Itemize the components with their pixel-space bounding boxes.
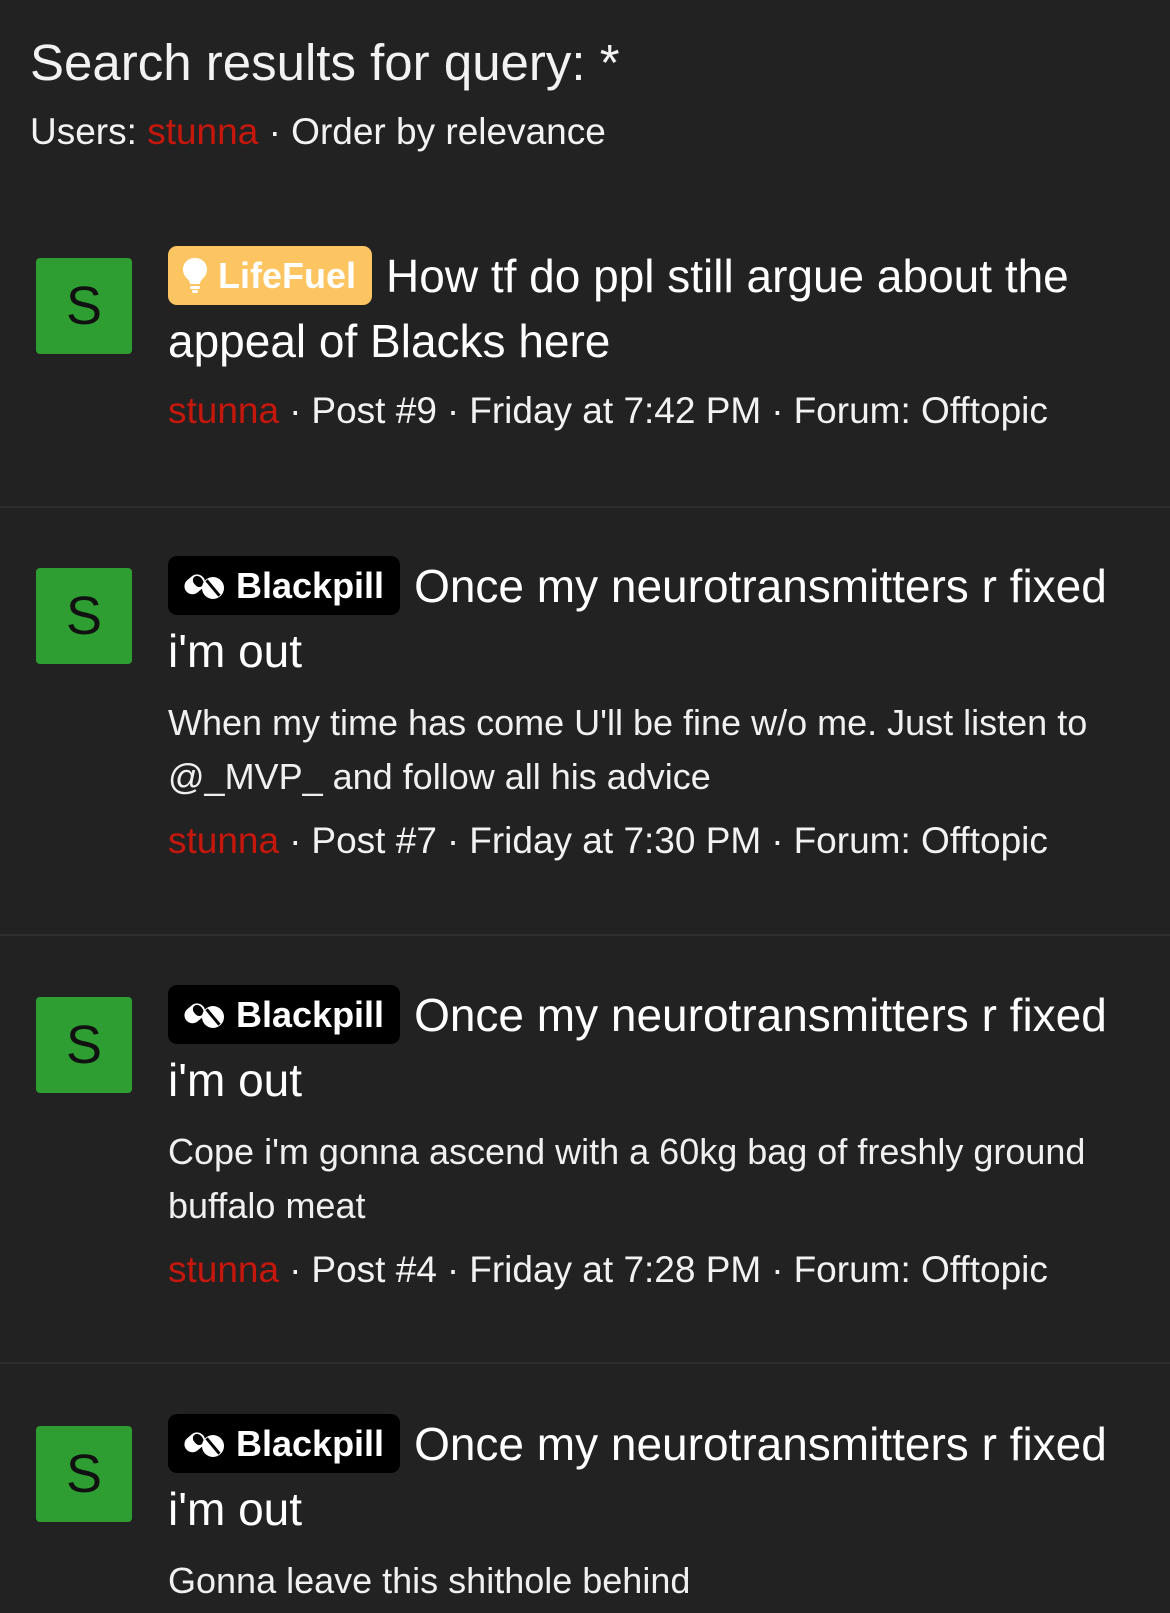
badge-label: LifeFuel [218,255,357,296]
separator: · [289,820,302,861]
prefix-badge-blackpill[interactable]: Blackpill [168,556,401,615]
post-date: Friday at 7:28 PM [469,1249,762,1290]
result-snippet: Cope i'm gonna ascend with a 60kg bag of… [168,1131,1086,1226]
order-label: Order by relevance [291,111,606,152]
result-meta: stunna · Post #4 · Friday at 7:28 PM · Forum: … [168,1245,1148,1295]
badge-label: Blackpill [236,565,385,606]
forum-name: Forum: Offtopic [793,390,1048,431]
separator: · [771,390,784,431]
separator: · [771,820,784,861]
prefix-badge-blackpill[interactable]: Blackpill [168,985,401,1044]
users-label: Users: [30,111,137,152]
search-result[interactable]: S Blackpill Once my neurotransmitters r … [0,1364,1170,1613]
post-date: Friday at 7:42 PM [469,390,762,431]
pills-icon [184,574,224,600]
result-title[interactable]: Blackpill Once my neurotransmitters r fi… [168,554,1148,684]
author-link[interactable]: stunna [168,820,279,861]
separator: · [268,111,281,152]
pills-icon [184,1003,224,1029]
avatar[interactable]: S [36,568,132,664]
badge-label: Blackpill [236,994,385,1035]
prefix-badge-blackpill[interactable]: Blackpill [168,1414,401,1473]
result-meta: stunna · Post #9 · Friday at 7:42 PM · Forum: … [168,386,1148,436]
forum-name: Forum: Offtopic [793,1249,1048,1290]
result-title[interactable]: LifeFuel How tf do ppl still argue about… [168,244,1148,374]
separator: · [771,1249,784,1290]
search-result[interactable]: S LifeFuel How tf do ppl still argue abo… [0,236,1170,508]
lightbulb-icon [183,258,207,294]
badge-label: Blackpill [236,1423,385,1464]
separator: · [289,390,302,431]
result-snippet: When my time has come U'll be fine w/o m… [168,702,1088,797]
author-link[interactable]: stunna [168,390,279,431]
avatar[interactable]: S [36,997,132,1093]
search-filters: Users: stunna · Order by relevance [30,108,1140,156]
result-snippet: Gonna leave this shithole behind [168,1560,691,1601]
separator: · [446,1249,460,1290]
forum-name: Forum: Offtopic [793,820,1048,861]
search-result[interactable]: S Blackpill Once my neurotransmitters r … [0,936,1170,1364]
page-title: Search results for query: * [30,34,620,91]
result-title[interactable]: Blackpill Once my neurotransmitters r fi… [168,1412,1148,1542]
separator: · [446,390,460,431]
avatar[interactable]: S [36,258,132,354]
prefix-badge-lifefuel[interactable]: LifeFuel [168,246,373,305]
pills-icon [184,1432,224,1458]
search-header: Search results for query: * Users: stunn… [30,28,1140,156]
post-number: Post #9 [311,390,437,431]
result-title[interactable]: Blackpill Once my neurotransmitters r fi… [168,983,1148,1113]
separator: · [289,1249,302,1290]
avatar[interactable]: S [36,1426,132,1522]
separator: · [446,820,460,861]
filter-user-link[interactable]: stunna [147,111,258,152]
post-date: Friday at 7:30 PM [469,820,762,861]
post-number: Post #7 [311,820,437,861]
post-number: Post #4 [311,1249,437,1290]
author-link[interactable]: stunna [168,1249,279,1290]
result-meta: stunna · Post #7 · Friday at 7:30 PM · Forum: … [168,816,1148,866]
search-result[interactable]: S Blackpill Once my neurotransmitters r … [0,508,1170,936]
